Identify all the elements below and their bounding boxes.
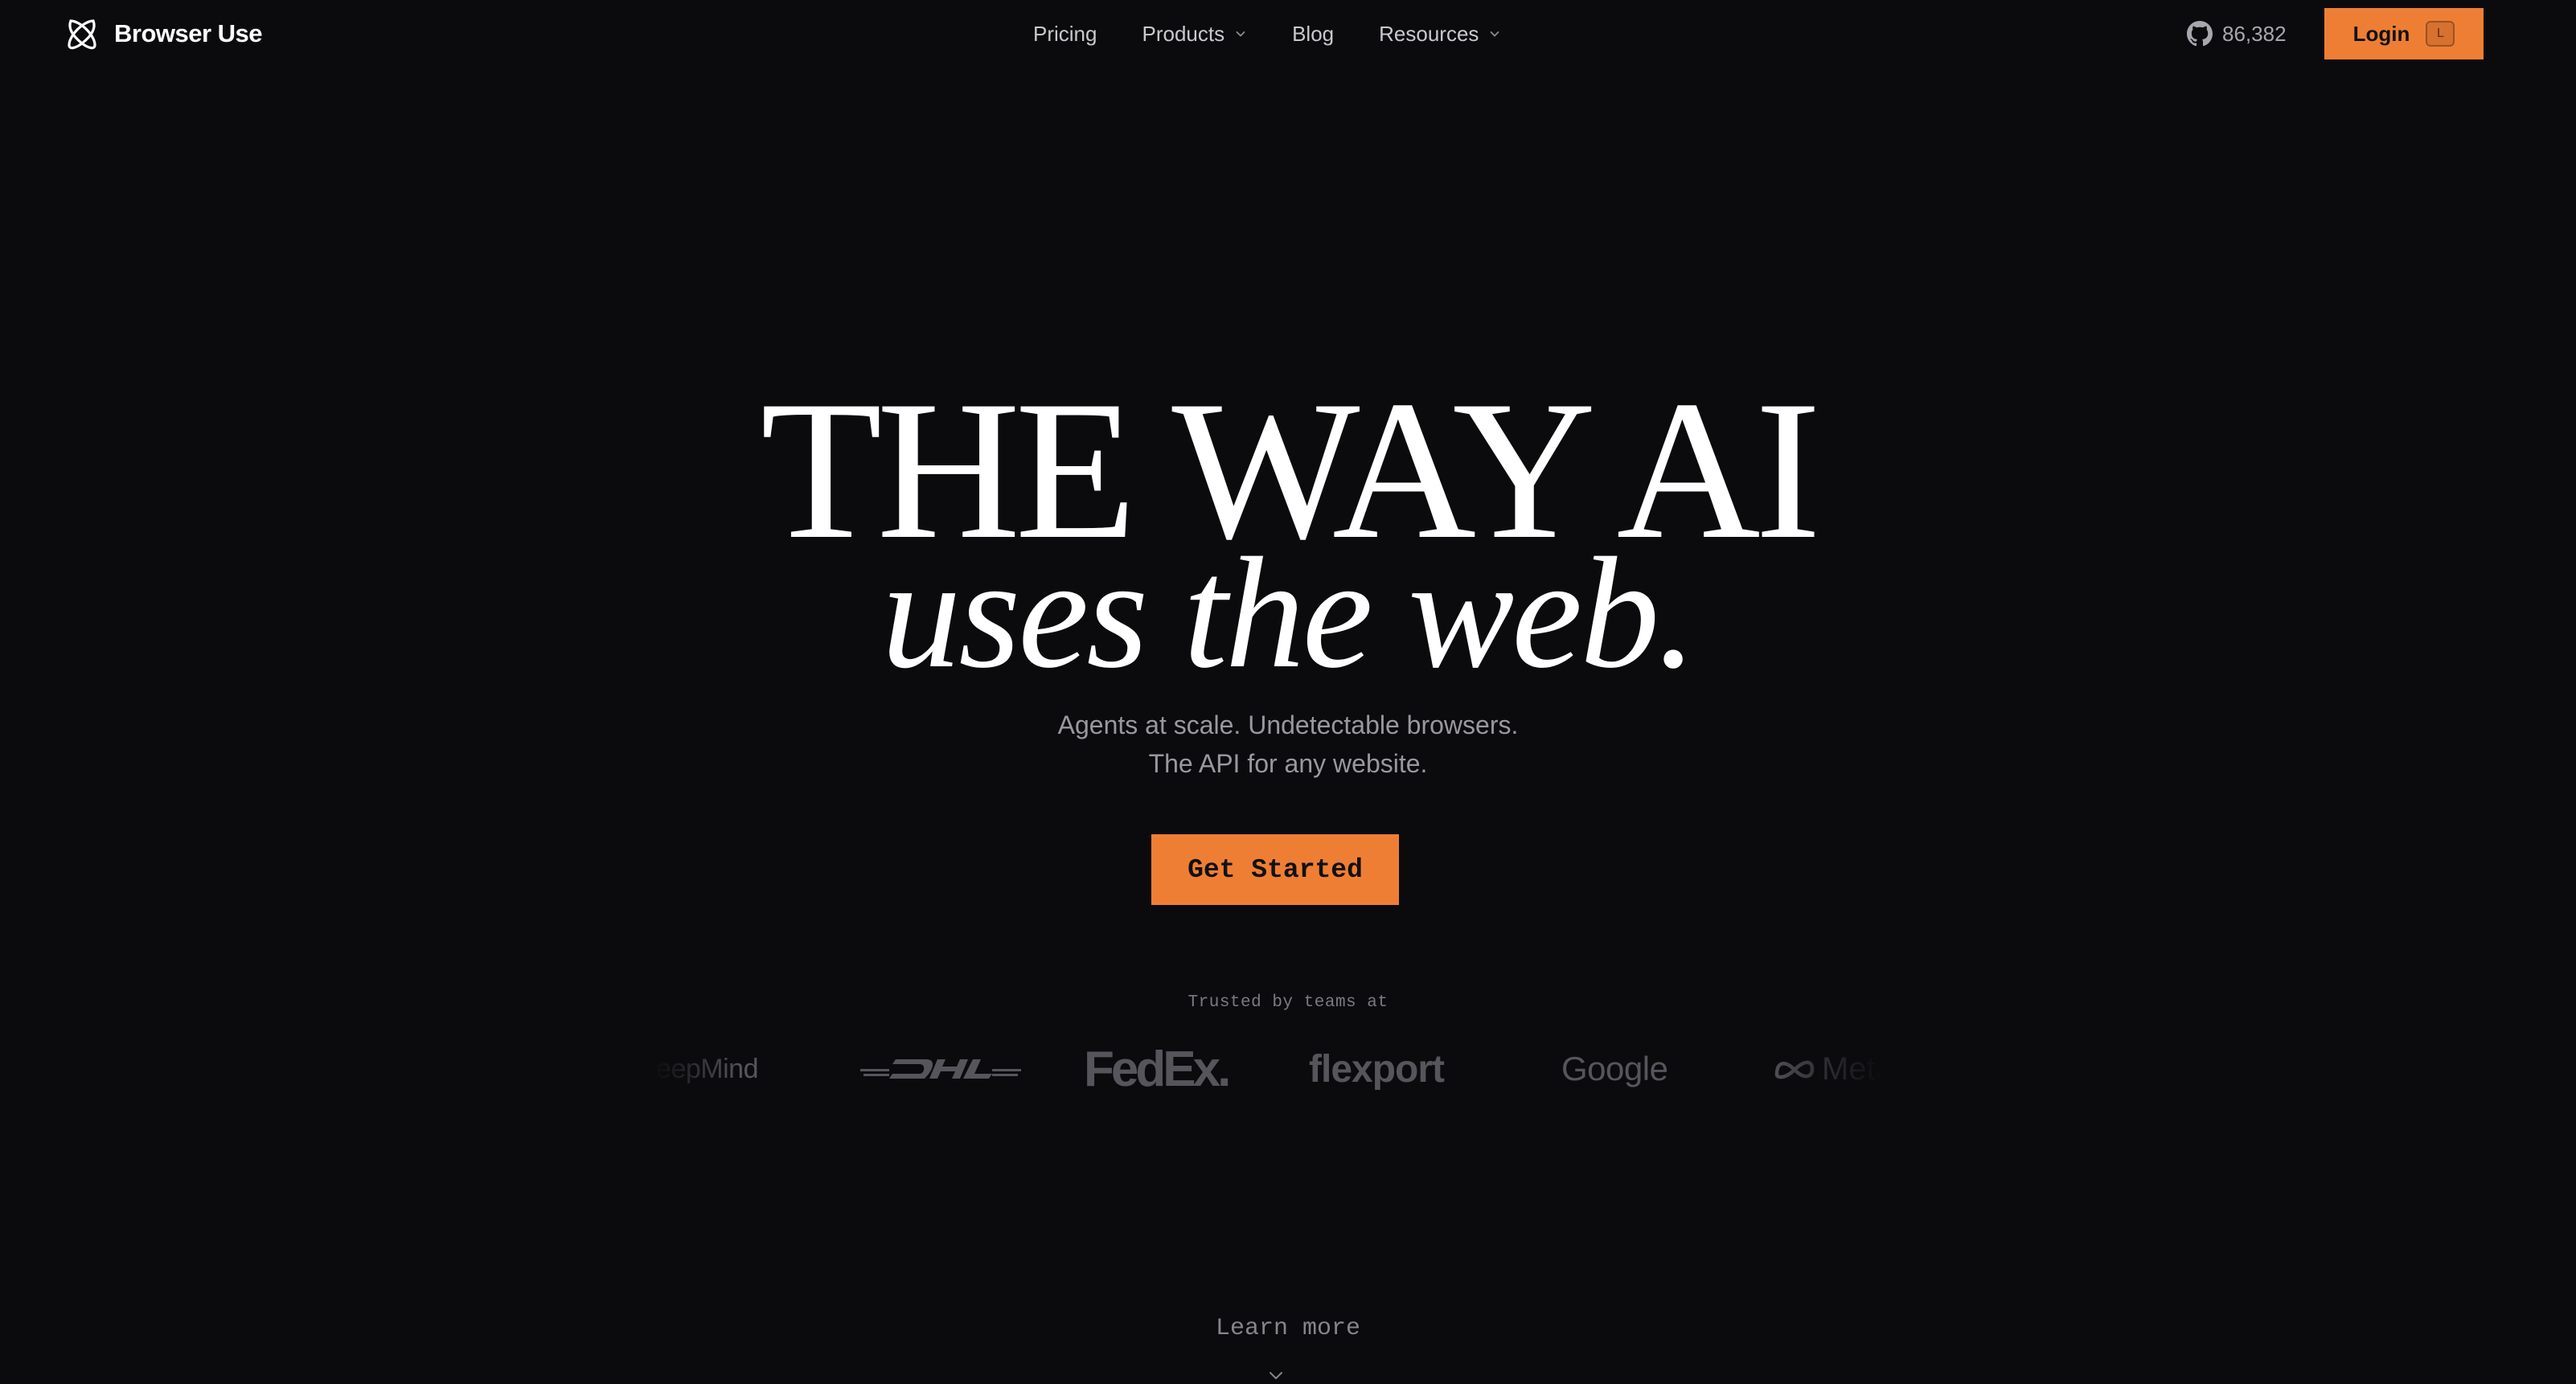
deepmind-logo-text: DeepMind — [653, 1053, 758, 1084]
github-icon — [2187, 21, 2213, 47]
nav-link-label: Products — [1142, 21, 1225, 46]
github-stars-link[interactable]: 86,382 — [2187, 18, 2287, 50]
google-logo-text: Google — [1561, 1050, 1668, 1087]
nav-link-resources[interactable]: Resources — [1379, 22, 1501, 47]
dhl-logo — [860, 1033, 1021, 1105]
main-nav: Pricing Products Blog Resources — [1033, 18, 1501, 50]
github-stars-count: 86,382 — [2222, 21, 2287, 46]
nav-link-label: Blog — [1292, 21, 1335, 46]
meta-logo: Meta — [1774, 1033, 1883, 1105]
hero-subtitle-line-1: Agents at scale. Undetectable browsers. — [1057, 710, 1519, 739]
fedex-logo-text: FedEx — [1084, 1041, 1220, 1097]
nav-link-label: Pricing — [1033, 21, 1097, 46]
top-nav: Browser Use Pricing Products Blog Resour… — [0, 0, 2576, 68]
login-shortcut-key: L — [2426, 21, 2455, 47]
trusted-by-label: Trusted by teams at — [1188, 993, 1388, 1012]
hero-subtitle: Agents at scale. Undetectable browsers. … — [0, 706, 2576, 783]
brand-link[interactable]: Browser Use — [64, 16, 263, 51]
hero-subtitle-line-2: The API for any website. — [1148, 749, 1428, 778]
learn-more-link[interactable]: Learn more — [0, 1315, 2576, 1342]
google-logo: Google — [1561, 1033, 1668, 1105]
nav-link-pricing[interactable]: Pricing — [1033, 22, 1097, 47]
nav-link-blog[interactable]: Blog — [1292, 22, 1334, 47]
deepmind-logo: DeepMind — [653, 1033, 758, 1105]
customer-logo-strip: DeepMind FedEx. flexport Google Meta — [653, 1033, 1883, 1105]
meta-infinity-icon — [1774, 1060, 1815, 1079]
nav-link-label: Resources — [1379, 21, 1479, 46]
fedex-logo: FedEx. — [1084, 1033, 1231, 1105]
get-started-button[interactable]: Get Started — [1151, 834, 1399, 905]
browser-use-logo-icon — [68, 19, 96, 50]
chevron-down-icon[interactable] — [1267, 1366, 1285, 1384]
hero-headline-italic: uses the web. — [881, 525, 1696, 701]
login-label: Login — [2352, 21, 2410, 46]
nav-link-products[interactable]: Products — [1142, 22, 1247, 47]
fedex-logo-dot: . — [1217, 1041, 1231, 1097]
chevron-down-icon — [1236, 31, 1245, 37]
flexport-logo: flexport — [1309, 1033, 1445, 1105]
flexport-logo-text: flexport — [1309, 1047, 1445, 1091]
brand-name: Browser Use — [114, 19, 263, 47]
chevron-down-icon — [1491, 31, 1499, 37]
meta-logo-text: Meta — [1822, 1050, 1883, 1087]
dhl-logo-mark — [860, 1059, 1021, 1079]
login-button[interactable]: Login L — [2324, 8, 2484, 59]
